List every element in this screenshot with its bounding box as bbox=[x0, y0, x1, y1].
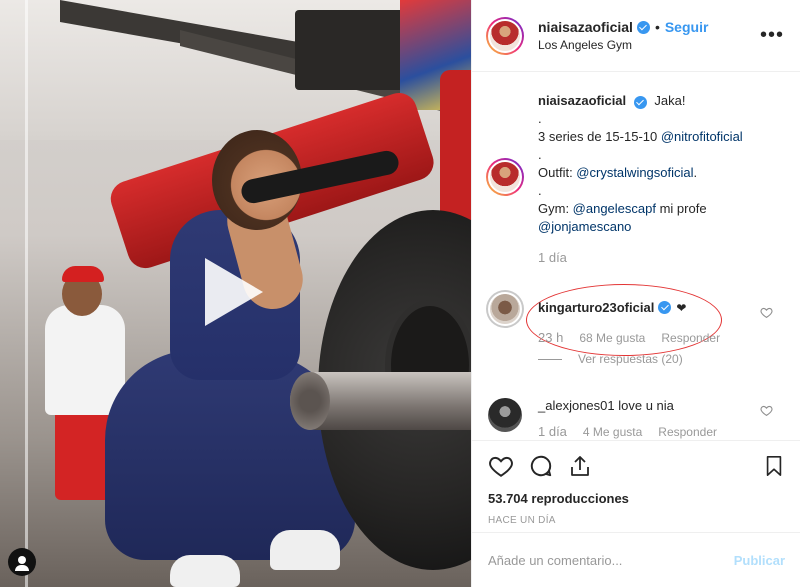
verified-icon bbox=[636, 20, 650, 34]
verified-icon bbox=[658, 301, 672, 314]
view-replies[interactable]: Ver respuestas (20) bbox=[538, 352, 683, 366]
mention-link[interactable]: @angelescapf bbox=[573, 201, 656, 216]
athlete-shoe bbox=[170, 555, 240, 587]
views-count[interactable]: 53.704 reproducciones bbox=[488, 491, 785, 506]
views-number: 53.704 bbox=[488, 491, 528, 506]
post-panel: niaisazaoficial • Seguir Los Angeles Gym… bbox=[471, 0, 800, 587]
post-actions: 53.704 reproducciones HACE UN DÍA bbox=[472, 440, 800, 528]
views-label: reproducciones bbox=[531, 491, 629, 506]
caption-line: . bbox=[538, 111, 542, 126]
caption-username[interactable]: niaisazaoficial bbox=[538, 93, 626, 108]
more-icon[interactable]: ••• bbox=[760, 24, 784, 47]
comment-likes[interactable]: 68 Me gusta bbox=[579, 331, 645, 345]
comment-timestamp[interactable]: 1 día bbox=[538, 424, 567, 439]
view-replies-label[interactable]: Ver respuestas (20) bbox=[578, 352, 683, 366]
play-icon[interactable] bbox=[205, 258, 263, 326]
caption-line: 3 series de 15-15-10 bbox=[538, 129, 661, 144]
add-comment-bar: Publicar bbox=[472, 532, 800, 587]
barbell-end bbox=[290, 372, 330, 430]
replies-rule bbox=[538, 358, 562, 360]
highlight-circle bbox=[526, 284, 722, 356]
caption-avatar-image bbox=[488, 160, 522, 194]
caption-text: mi profe bbox=[655, 201, 707, 216]
comment-text: love u nia bbox=[618, 398, 674, 413]
comment-avatar-image bbox=[488, 292, 522, 326]
publish-button[interactable]: Publicar bbox=[734, 553, 785, 568]
athlete-shoe bbox=[270, 530, 340, 570]
caption-line: Gym: bbox=[538, 201, 573, 216]
share-icon[interactable] bbox=[568, 453, 592, 479]
caption-text: Jaka! bbox=[654, 93, 686, 108]
caption-line: . bbox=[538, 147, 542, 162]
speaker bbox=[295, 10, 405, 90]
caption-avatar[interactable] bbox=[486, 158, 524, 196]
comment-avatar[interactable] bbox=[486, 290, 524, 328]
comment-username[interactable]: kingarturo23oficial bbox=[538, 300, 654, 315]
avatar-image bbox=[488, 18, 522, 53]
post-timestamp[interactable]: HACE UN DÍA bbox=[488, 515, 785, 526]
heart-icon[interactable] bbox=[760, 306, 773, 319]
caption-line: Outfit: bbox=[538, 165, 577, 180]
person-background bbox=[62, 266, 104, 282]
comment-likes[interactable]: 4 Me gusta bbox=[583, 425, 642, 439]
comment-timestamp[interactable]: 23 h bbox=[538, 330, 563, 345]
caption-line: . bbox=[538, 183, 542, 198]
comment-icon[interactable] bbox=[528, 453, 554, 479]
mention-link[interactable]: @nitrofitoficial bbox=[661, 129, 743, 144]
mirror-edge bbox=[25, 0, 28, 587]
mention-link[interactable]: @jonjamescano bbox=[538, 219, 631, 234]
verified-icon bbox=[633, 96, 647, 109]
heart-icon[interactable] bbox=[760, 404, 773, 417]
user-tag-icon[interactable] bbox=[8, 548, 36, 576]
comment-item: kingarturo23oficial ❤ 23 h 68 Me gusta R… bbox=[472, 284, 800, 356]
user-tag-shoulders bbox=[15, 565, 29, 571]
caption-timestamp[interactable]: 1 día bbox=[538, 250, 567, 265]
user-tag-head bbox=[18, 556, 26, 564]
post-header: niaisazaoficial • Seguir Los Angeles Gym… bbox=[472, 0, 800, 72]
comment-username[interactable]: _alexjones01 bbox=[538, 398, 615, 413]
caption: niaisazaoficial Jaka! . 3 series de 15-1… bbox=[538, 92, 788, 236]
comment-input[interactable] bbox=[488, 552, 734, 568]
heart-icon[interactable] bbox=[488, 453, 514, 479]
comment-item: _alexjones01 love u nia 1 día 4 Me gusta… bbox=[472, 382, 800, 440]
follow-button[interactable]: Seguir bbox=[665, 19, 709, 35]
reply-button[interactable]: Responder bbox=[661, 331, 720, 345]
mention-link[interactable]: @crystalwingsoficial bbox=[576, 165, 693, 180]
comment-avatar[interactable] bbox=[488, 398, 522, 432]
separator-dot: • bbox=[654, 19, 660, 35]
post-username[interactable]: niaisazaoficial bbox=[538, 19, 633, 35]
caption-punctuation: . bbox=[693, 165, 698, 180]
reply-button[interactable]: Responder bbox=[658, 425, 717, 439]
avatar[interactable] bbox=[486, 16, 524, 55]
comments-list[interactable]: niaisazaoficial Jaka! . 3 series de 15-1… bbox=[472, 72, 800, 440]
location-link[interactable]: Los Angeles Gym bbox=[538, 38, 708, 52]
bookmark-icon[interactable] bbox=[763, 453, 785, 479]
comment-text: ❤ bbox=[676, 300, 687, 315]
video-player[interactable] bbox=[0, 0, 471, 587]
person-background bbox=[45, 305, 125, 415]
